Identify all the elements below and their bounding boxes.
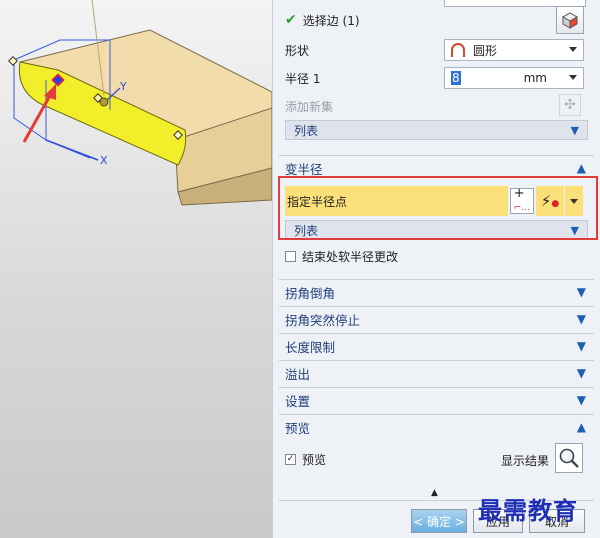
lightning-point-icon: ⚡● [540,192,560,210]
chevron-down-icon: ▼ [576,339,586,353]
point-plus-icon: + ⌐… [513,186,531,213]
soft-radius-checkbox[interactable] [285,250,296,262]
add-new-set-label: 添加新集 [285,99,334,114]
show-result-button[interactable] [555,443,583,473]
soft-radius-label: 结束处软半径更改 [302,249,399,264]
edge-blend-dialog: ✔ 选择边 (1) 形状 圆形 半径 1 8 mm 添加新集 ✣ 列表 ▼ 变半… [272,0,600,538]
preview-checkbox[interactable]: ✓ [285,453,296,465]
section-stop-short[interactable]: 拐角突然停止 ▼ [279,306,594,332]
section-overflow[interactable]: 溢出 ▼ [279,360,594,386]
select-edge-label: 选择边 (1) [302,13,360,28]
select-edge-button[interactable] [556,6,584,34]
model-scene: X Y [8,0,272,206]
chevron-down-icon [570,198,578,204]
x-axis [45,139,99,161]
chevron-down-icon: ▼ [570,224,579,237]
section-length-limit[interactable]: 长度限制 ▼ [279,333,594,359]
point-type-dropdown[interactable] [565,186,583,216]
chevron-down-icon: ▼ [576,393,586,407]
ok-button[interactable]: < 确定 > [411,509,467,533]
point-dialog-button[interactable]: + ⌐… [510,186,534,214]
point-inference-button[interactable]: ⚡● [536,186,564,216]
radius-input[interactable]: 8 mm [444,67,584,89]
shape-label: 形状 [285,43,310,58]
watermark: 最需教育 [478,496,578,525]
chevron-up-icon: ▲ [576,161,586,175]
section-title: 拐角突然停止 [285,313,361,328]
chevron-up-icon: ▲ [576,420,586,434]
chevron-down-icon [569,47,577,52]
soft-radius-row[interactable]: 结束处软半径更改 [285,246,588,266]
chevron-down-icon [569,75,577,80]
show-result-label: 显示结果 [501,454,550,468]
variable-radius-list-bar[interactable]: 列表 ▼ [285,220,588,240]
check-icon: ✔ [285,12,297,28]
specify-point-label: 指定半径点 [287,194,348,209]
chevron-down-icon: ▼ [570,124,579,137]
axis-y-label: Y [119,80,127,93]
list-label: 列表 [294,223,319,238]
section-settings[interactable]: 设置 ▼ [279,387,594,413]
radius-label: 半径 1 [285,71,321,86]
section-title: 溢出 [285,367,311,382]
chevron-down-icon: ▼ [576,366,586,380]
shape-dropdown[interactable]: 圆形 [444,39,584,61]
section-title: 设置 [285,394,311,409]
graphics-viewport[interactable]: X Y [0,0,272,538]
list-label: 列表 [294,123,319,138]
section-title: 预览 [285,421,311,436]
section-title: 长度限制 [285,340,336,355]
preview-checkbox-label: 预览 [302,452,327,467]
axis-x-label: X [100,154,108,167]
magnifier-icon [559,448,579,468]
list-bar[interactable]: 列表 ▼ [285,120,588,140]
specify-radius-point-row[interactable]: 指定半径点 [285,186,508,216]
add-new-set-button[interactable]: ✣ [559,94,581,116]
add-sparkle-icon: ✣ [564,97,576,113]
radius-value: 8 [451,71,461,85]
circle-shape-icon [451,43,465,57]
cube-icon [561,12,579,29]
section-title: 变半径 [285,162,323,177]
chevron-down-icon: ▼ [576,312,586,326]
add-new-set-row: 添加新集 [285,96,588,116]
chevron-down-icon: ▼ [576,285,586,299]
section-corner-setback[interactable]: 拐角倒角 ▼ [279,279,594,305]
section-variable-radius[interactable]: 变半径 ▲ [279,155,594,181]
point-marker-start[interactable] [8,56,18,66]
section-title: 拐角倒角 [285,286,336,301]
section-preview[interactable]: 预览 ▲ [279,414,594,440]
collapse-up-icon[interactable]: ▲ [431,488,438,498]
shape-value: 圆形 [473,43,498,58]
ok-label: < 确定 > [413,514,465,529]
radius-unit: mm [523,71,547,85]
select-edge-row[interactable]: ✔ 选择边 (1) [285,10,588,30]
